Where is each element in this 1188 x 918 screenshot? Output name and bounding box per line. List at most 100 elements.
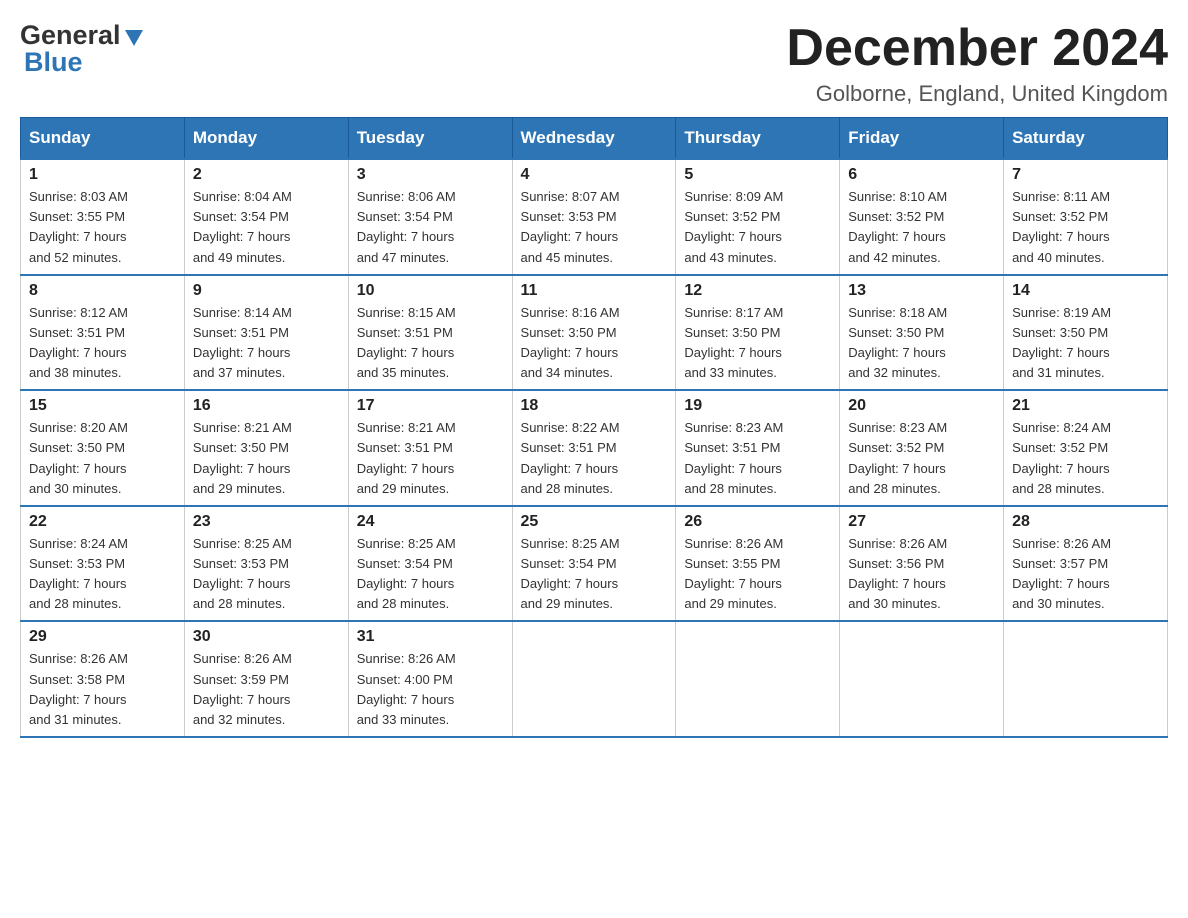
- day-info: Sunrise: 8:24 AM Sunset: 3:53 PM Dayligh…: [29, 534, 176, 615]
- day-number: 28: [1012, 513, 1159, 531]
- minutes: and 32 minutes.: [193, 712, 286, 727]
- minutes: and 29 minutes.: [521, 596, 614, 611]
- sunrise: Sunrise: 8:26 AM: [357, 651, 456, 666]
- sunrise: Sunrise: 8:23 AM: [684, 420, 783, 435]
- sunset: Sunset: 4:00 PM: [357, 672, 453, 687]
- sunrise: Sunrise: 8:16 AM: [521, 305, 620, 320]
- daylight: Daylight: 7 hours: [684, 576, 782, 591]
- calendar-cell: 8 Sunrise: 8:12 AM Sunset: 3:51 PM Dayli…: [21, 275, 185, 391]
- day-info: Sunrise: 8:21 AM Sunset: 3:51 PM Dayligh…: [357, 418, 504, 499]
- daylight: Daylight: 7 hours: [29, 461, 127, 476]
- sunset: Sunset: 3:54 PM: [521, 556, 617, 571]
- day-info: Sunrise: 8:24 AM Sunset: 3:52 PM Dayligh…: [1012, 418, 1159, 499]
- minutes: and 42 minutes.: [848, 250, 941, 265]
- day-info: Sunrise: 8:19 AM Sunset: 3:50 PM Dayligh…: [1012, 303, 1159, 384]
- day-info: Sunrise: 8:26 AM Sunset: 3:58 PM Dayligh…: [29, 649, 176, 730]
- day-number: 24: [357, 513, 504, 531]
- day-info: Sunrise: 8:07 AM Sunset: 3:53 PM Dayligh…: [521, 187, 668, 268]
- daylight: Daylight: 7 hours: [521, 461, 619, 476]
- daylight: Daylight: 7 hours: [357, 229, 455, 244]
- calendar-cell: [1004, 621, 1168, 737]
- sunrise: Sunrise: 8:14 AM: [193, 305, 292, 320]
- day-number: 10: [357, 282, 504, 300]
- day-info: Sunrise: 8:06 AM Sunset: 3:54 PM Dayligh…: [357, 187, 504, 268]
- minutes: and 28 minutes.: [1012, 481, 1105, 496]
- sunset: Sunset: 3:50 PM: [29, 440, 125, 455]
- sunset: Sunset: 3:51 PM: [29, 325, 125, 340]
- minutes: and 45 minutes.: [521, 250, 614, 265]
- sunrise: Sunrise: 8:17 AM: [684, 305, 783, 320]
- sunrise: Sunrise: 8:19 AM: [1012, 305, 1111, 320]
- minutes: and 33 minutes.: [357, 712, 450, 727]
- sunset: Sunset: 3:52 PM: [1012, 440, 1108, 455]
- minutes: and 33 minutes.: [684, 365, 777, 380]
- sunrise: Sunrise: 8:11 AM: [1012, 189, 1110, 204]
- minutes: and 29 minutes.: [193, 481, 286, 496]
- sunset: Sunset: 3:50 PM: [848, 325, 944, 340]
- daylight: Daylight: 7 hours: [684, 461, 782, 476]
- daylight: Daylight: 7 hours: [684, 345, 782, 360]
- day-number: 31: [357, 628, 504, 646]
- sunset: Sunset: 3:50 PM: [193, 440, 289, 455]
- sunset: Sunset: 3:53 PM: [193, 556, 289, 571]
- day-number: 22: [29, 513, 176, 531]
- calendar-cell: 27 Sunrise: 8:26 AM Sunset: 3:56 PM Dayl…: [840, 506, 1004, 622]
- sunset: Sunset: 3:53 PM: [521, 209, 617, 224]
- day-number: 9: [193, 282, 340, 300]
- calendar-cell: 19 Sunrise: 8:23 AM Sunset: 3:51 PM Dayl…: [676, 390, 840, 506]
- day-info: Sunrise: 8:11 AM Sunset: 3:52 PM Dayligh…: [1012, 187, 1159, 268]
- calendar-cell: 9 Sunrise: 8:14 AM Sunset: 3:51 PM Dayli…: [184, 275, 348, 391]
- sunset: Sunset: 3:52 PM: [684, 209, 780, 224]
- day-number: 7: [1012, 166, 1159, 184]
- calendar-cell: 10 Sunrise: 8:15 AM Sunset: 3:51 PM Dayl…: [348, 275, 512, 391]
- day-info: Sunrise: 8:25 AM Sunset: 3:54 PM Dayligh…: [521, 534, 668, 615]
- sunset: Sunset: 3:53 PM: [29, 556, 125, 571]
- calendar-cell: 3 Sunrise: 8:06 AM Sunset: 3:54 PM Dayli…: [348, 159, 512, 275]
- day-number: 25: [521, 513, 668, 531]
- minutes: and 28 minutes.: [848, 481, 941, 496]
- sunrise: Sunrise: 8:23 AM: [848, 420, 947, 435]
- calendar-cell: [676, 621, 840, 737]
- daylight: Daylight: 7 hours: [193, 229, 291, 244]
- day-number: 5: [684, 166, 831, 184]
- day-number: 18: [521, 397, 668, 415]
- day-info: Sunrise: 8:12 AM Sunset: 3:51 PM Dayligh…: [29, 303, 176, 384]
- weekday-header-thursday: Thursday: [676, 118, 840, 160]
- daylight: Daylight: 7 hours: [193, 345, 291, 360]
- sunset: Sunset: 3:50 PM: [684, 325, 780, 340]
- daylight: Daylight: 7 hours: [29, 576, 127, 591]
- calendar-cell: 20 Sunrise: 8:23 AM Sunset: 3:52 PM Dayl…: [840, 390, 1004, 506]
- sunrise: Sunrise: 8:06 AM: [357, 189, 456, 204]
- sunrise: Sunrise: 8:04 AM: [193, 189, 292, 204]
- day-number: 2: [193, 166, 340, 184]
- day-number: 4: [521, 166, 668, 184]
- calendar-week-3: 15 Sunrise: 8:20 AM Sunset: 3:50 PM Dayl…: [21, 390, 1168, 506]
- daylight: Daylight: 7 hours: [521, 576, 619, 591]
- sunset: Sunset: 3:51 PM: [521, 440, 617, 455]
- daylight: Daylight: 7 hours: [848, 576, 946, 591]
- calendar-week-5: 29 Sunrise: 8:26 AM Sunset: 3:58 PM Dayl…: [21, 621, 1168, 737]
- weekday-header-row: SundayMondayTuesdayWednesdayThursdayFrid…: [21, 118, 1168, 160]
- weekday-header-sunday: Sunday: [21, 118, 185, 160]
- calendar-cell: 17 Sunrise: 8:21 AM Sunset: 3:51 PM Dayl…: [348, 390, 512, 506]
- minutes: and 32 minutes.: [848, 365, 941, 380]
- minutes: and 31 minutes.: [1012, 365, 1105, 380]
- day-info: Sunrise: 8:23 AM Sunset: 3:51 PM Dayligh…: [684, 418, 831, 499]
- calendar-cell: 12 Sunrise: 8:17 AM Sunset: 3:50 PM Dayl…: [676, 275, 840, 391]
- calendar-table: SundayMondayTuesdayWednesdayThursdayFrid…: [20, 117, 1168, 738]
- calendar-cell: 31 Sunrise: 8:26 AM Sunset: 4:00 PM Dayl…: [348, 621, 512, 737]
- day-info: Sunrise: 8:22 AM Sunset: 3:51 PM Dayligh…: [521, 418, 668, 499]
- calendar-week-1: 1 Sunrise: 8:03 AM Sunset: 3:55 PM Dayli…: [21, 159, 1168, 275]
- sunset: Sunset: 3:57 PM: [1012, 556, 1108, 571]
- day-number: 15: [29, 397, 176, 415]
- sunset: Sunset: 3:51 PM: [357, 440, 453, 455]
- sunrise: Sunrise: 8:24 AM: [29, 536, 128, 551]
- day-number: 11: [521, 282, 668, 300]
- day-info: Sunrise: 8:14 AM Sunset: 3:51 PM Dayligh…: [193, 303, 340, 384]
- calendar-cell: 4 Sunrise: 8:07 AM Sunset: 3:53 PM Dayli…: [512, 159, 676, 275]
- sunset: Sunset: 3:52 PM: [848, 440, 944, 455]
- day-number: 19: [684, 397, 831, 415]
- day-info: Sunrise: 8:26 AM Sunset: 3:57 PM Dayligh…: [1012, 534, 1159, 615]
- sunset: Sunset: 3:59 PM: [193, 672, 289, 687]
- sunset: Sunset: 3:56 PM: [848, 556, 944, 571]
